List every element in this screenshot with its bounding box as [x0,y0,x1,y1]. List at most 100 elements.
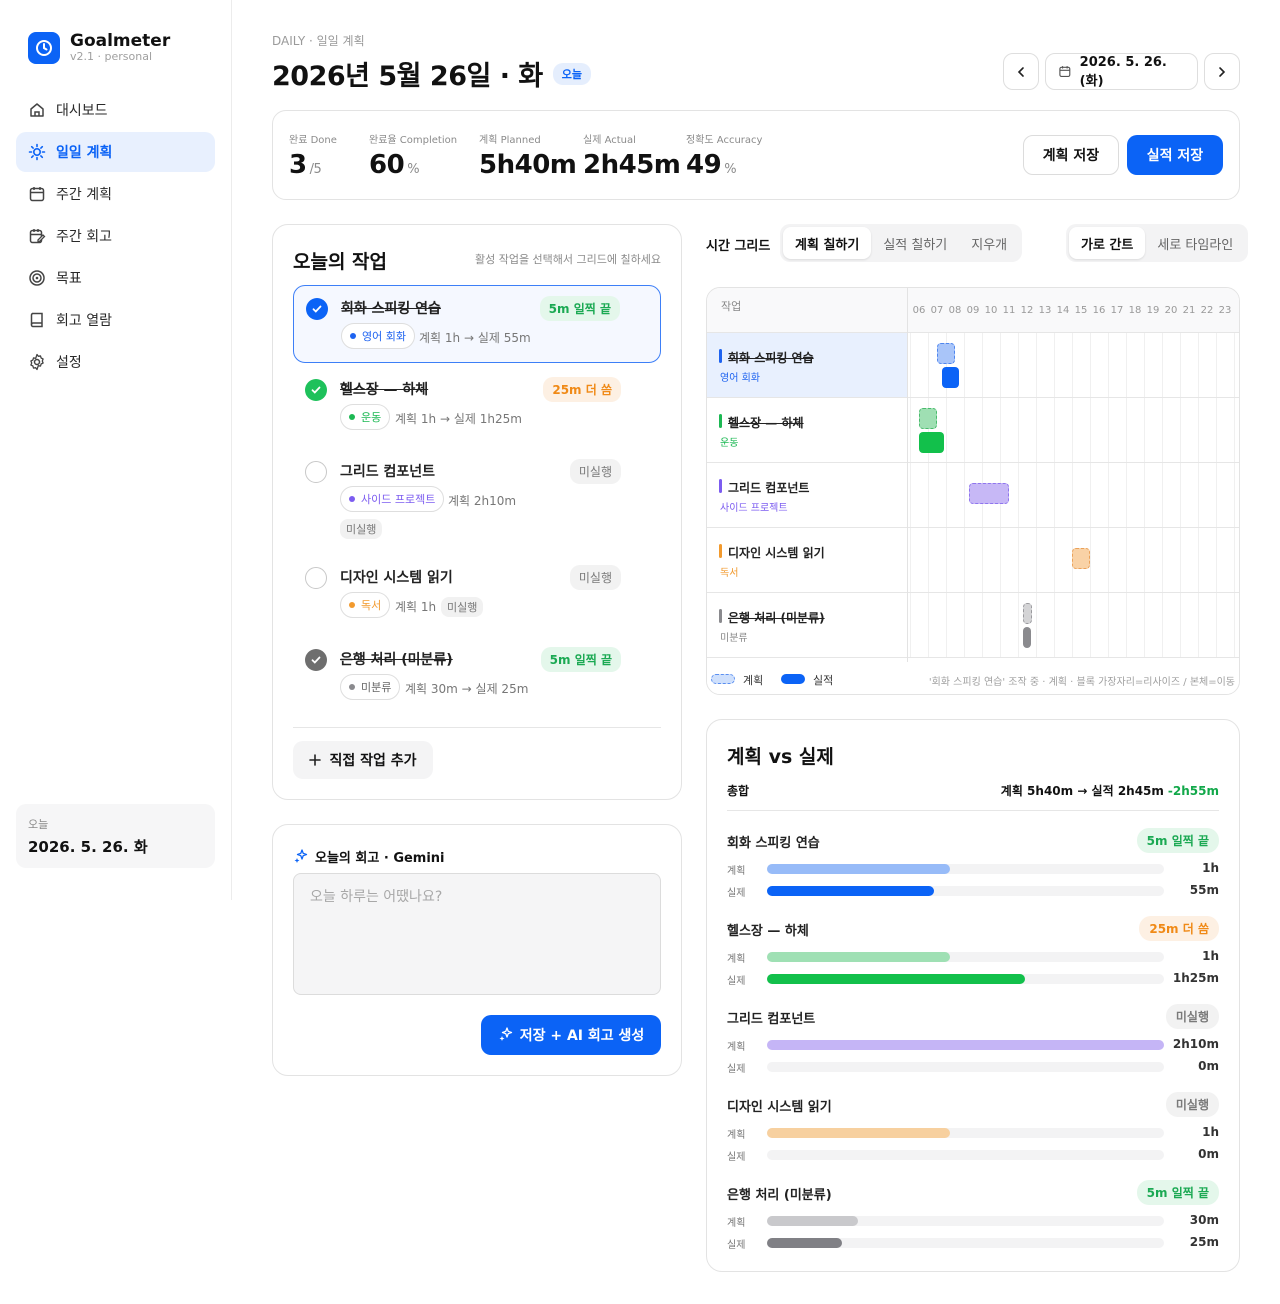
task-checkbox[interactable] [305,461,327,483]
plan-label: 계획 [727,1218,746,1229]
mode-paint-actual[interactable]: 실적 칠하기 [871,227,959,259]
save-actual-button[interactable]: 실적 저장 [1127,135,1223,175]
add-task-button[interactable]: 직접 작업 추가 [293,741,433,779]
actual-block[interactable] [941,367,959,388]
grid-row[interactable]: 은행 처리 (미분류) 미분류 [707,593,1239,658]
grid-hour-line [1216,463,1217,527]
grid-hour-line [1180,398,1181,462]
plan-value: 1h [1202,1125,1219,1139]
grid-hour-line [1036,333,1037,397]
grid-hour-line [1108,463,1109,527]
plan-bar-track [767,952,1164,962]
sidebar-item-weekly-plan[interactable]: 주간 계획 [16,174,215,214]
comparison-item-name: 그리드 컴포넌트 [727,1012,816,1027]
grid-hour-line [928,528,929,592]
actual-label: 실제 [727,1240,746,1251]
mode-paint-plan[interactable]: 계획 칠하기 [783,227,872,259]
plus-icon [309,754,322,766]
today-card-label: 오늘 [28,818,49,831]
grid-row[interactable]: 회화 스피킹 연습 영어 회화 [707,333,1239,398]
actual-bar-fill [767,974,1026,984]
actual-bar-track [767,974,1164,984]
time-grid: 작업 06 07 08 09 10 11 12 13 14 15 16 17 18 19 20 21 22 23 … [706,287,1240,695]
view-gantt[interactable]: 가로 간트 [1069,227,1146,259]
sidebar-item-goals[interactable]: 목표 [16,258,215,298]
brand-version: v2.1 · personal [70,50,152,63]
hour-label: 22 [1200,305,1214,316]
category-dot [349,684,355,690]
grid-row-task[interactable]: 헬스장 — 하체 운동 [707,398,907,462]
actual-block[interactable] [919,432,945,453]
plan-block[interactable] [968,483,1009,504]
grid-hour-line [1144,593,1145,657]
next-day-button[interactable] [1204,53,1240,90]
hour-label: 13 [1038,305,1052,316]
task-checkbox[interactable] [305,379,327,401]
grid-row[interactable]: 디자인 시스템 읽기 독서 [707,528,1239,593]
plan-block[interactable] [919,408,937,429]
plan-block[interactable] [1072,548,1090,569]
view-timeline[interactable]: 세로 타임라인 [1145,227,1245,259]
stat-actual: 실제 Actual 2h45m [583,131,681,180]
grid-hour-line [1108,593,1109,657]
task-item[interactable]: 디자인 시스템 읽기 미실행 독서 계획 1h 미실행 [293,555,661,633]
grid-hour-line [964,398,965,462]
comparison-title: 계획 vs 실제 [727,746,834,768]
plan-block[interactable] [1022,603,1032,624]
task-checkbox[interactable] [305,567,327,589]
sidebar: Goalmeter v2.1 · personal 대시보드 일일 계획 주간 … [0,0,232,900]
grid-row-name: 회화 스피킹 연습 [728,351,814,365]
task-item[interactable]: 은행 처리 (미분류) 5m 일찍 끝 미분류 계획 30m → 실제 25m [293,637,661,715]
status-badge: 미실행 [569,459,621,484]
grid-hour-line [1090,398,1091,462]
actual-label: 실제 [727,1064,746,1075]
retro-textarea[interactable] [293,873,661,995]
task-checkbox[interactable] [305,649,327,671]
task-item[interactable]: 회화 스피킹 연습 5m 일찍 끝 영어 회화 계획 1h → 실제 55m [293,285,661,363]
sidebar-item-daily-plan[interactable]: 일일 계획 [16,132,215,172]
actual-block[interactable] [1022,627,1031,648]
grid-row-task[interactable]: 디자인 시스템 읽기 독서 [707,528,907,592]
hour-label: 12 [1020,305,1034,316]
task-item[interactable]: 그리드 컴포넌트 미실행 사이드 프로젝트 계획 2h10m 미실행 [293,449,661,549]
grid-row[interactable]: 헬스장 — 하체 운동 [707,398,1239,463]
brand[interactable]: Goalmeter v2.1 · personal [28,32,170,64]
task-meta: 계획 1h [395,600,437,614]
generate-retro-button[interactable]: 저장 + AI 회고 생성 [481,1015,661,1055]
grid-row-task[interactable]: 회화 스피킹 연습 영어 회화 [707,333,907,397]
grid-row[interactable]: 그리드 컴포넌트 사이드 프로젝트 [707,463,1239,528]
mode-eraser[interactable]: 지우개 [959,227,1019,259]
sidebar-item-weekly-review[interactable]: 주간 회고 [16,216,215,256]
actual-bar-fill [767,886,934,896]
grid-row-task[interactable]: 은행 처리 (미분류) 미분류 [707,593,907,657]
task-item[interactable]: 헬스장 — 하체 25m 더 씀 운동 계획 1h → 실제 1h25m [293,367,661,445]
save-plan-button[interactable]: 계획 저장 [1023,135,1119,175]
grid-hour-line [1216,528,1217,592]
sidebar-item-dashboard[interactable]: 대시보드 [16,90,215,130]
actual-value: 25m [1189,1235,1219,1249]
plan-bar-track [767,1040,1164,1050]
book-icon [30,312,43,328]
grid-hour-line [1036,398,1037,462]
prev-day-button[interactable] [1003,53,1039,90]
actual-bar-track [767,1150,1164,1160]
plan-block[interactable] [937,343,955,364]
grid-hour-line [1144,528,1145,592]
task-meta: 계획 30m → 실제 25m [405,682,529,696]
grid-hour-line [1216,593,1217,657]
date-picker-button[interactable]: 2026. 5. 26. (화) [1045,53,1198,90]
category-label: 운동 [361,411,382,424]
grid-hour-line [1216,398,1217,462]
category-label: 영어 회화 [362,330,406,343]
hour-label: 06 [912,305,926,316]
sidebar-item-settings[interactable]: 설정 [16,342,215,382]
task-name: 헬스장 — 하체 [340,382,429,398]
grid-task-column-label: 작업 [721,300,742,313]
grid-hour-line [946,398,947,462]
task-name: 은행 처리 (미분류) [340,652,453,668]
sidebar-item-review-browse[interactable]: 회고 열람 [16,300,215,340]
grid-hour-line [1144,398,1145,462]
task-checkbox[interactable] [306,298,328,320]
target-icon [29,270,45,286]
grid-row-task[interactable]: 그리드 컴포넌트 사이드 프로젝트 [707,463,907,527]
